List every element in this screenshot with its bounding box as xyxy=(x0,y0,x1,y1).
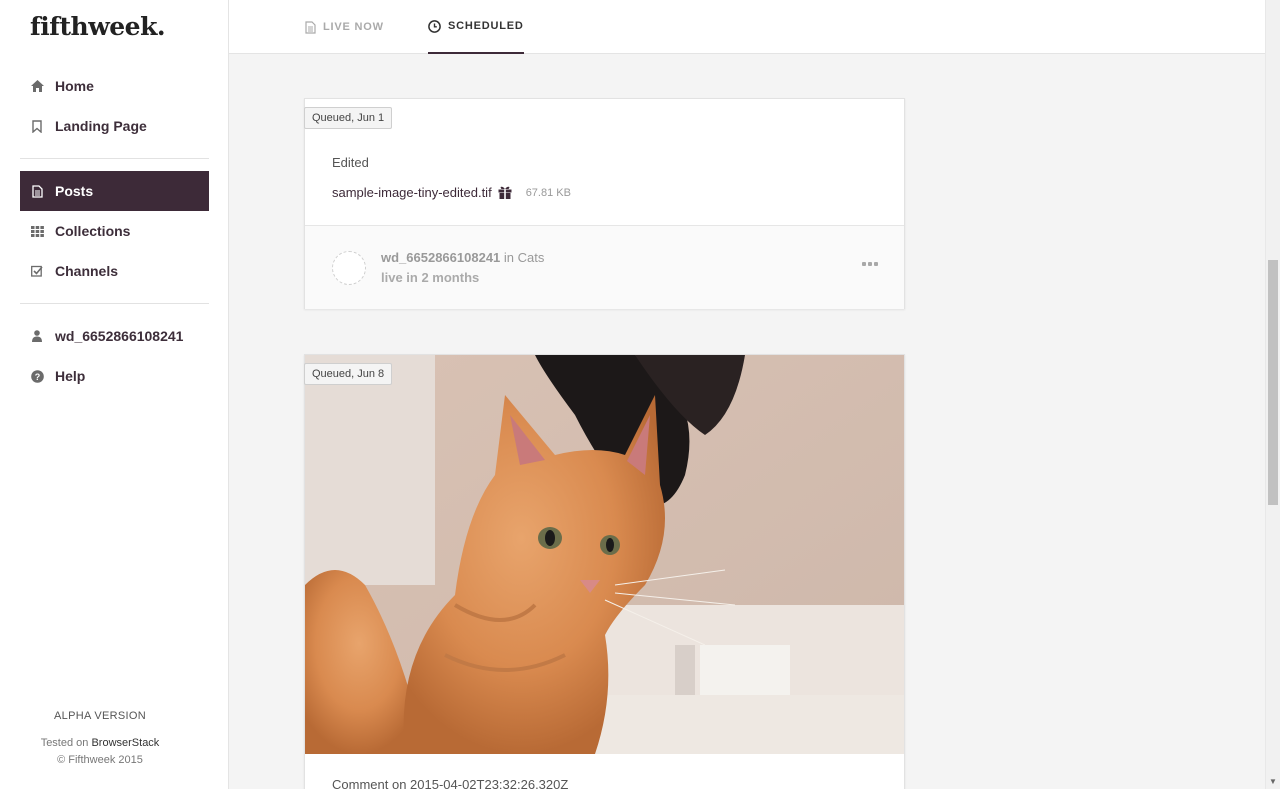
post-footer: wd_6652866108241 in Cats live in 2 month… xyxy=(305,226,904,309)
sidebar-item-landing-page[interactable]: Landing Page xyxy=(20,106,209,146)
tab-label: SCHEDULED xyxy=(448,20,524,32)
question-circle-icon: ? xyxy=(30,369,44,383)
sidebar-item-account[interactable]: wd_6652866108241 xyxy=(20,316,209,356)
scrollbar-thumb[interactable] xyxy=(1268,260,1278,505)
sidebar-item-label: Home xyxy=(55,78,94,94)
sidebar-divider xyxy=(20,303,209,304)
post-comment: Comment on 2015-04-02T23:32:26.320Z xyxy=(332,777,569,789)
more-dot xyxy=(868,262,872,266)
post-text: Edited xyxy=(332,155,369,170)
sidebar-item-label: Channels xyxy=(55,263,119,279)
file-download-link[interactable]: sample-image-tiny-edited.tif xyxy=(332,185,492,200)
tested-on-text: Tested on BrowserStack xyxy=(40,737,160,749)
gift-icon xyxy=(498,186,512,199)
browserstack-link[interactable]: BrowserStack xyxy=(91,737,159,749)
more-dot xyxy=(874,262,878,266)
top-tab-bar: LIVE NOW SCHEDULED xyxy=(229,0,1265,54)
sidebar-item-posts[interactable]: Posts xyxy=(20,171,209,211)
copyright-text: © Fifthweek 2015 xyxy=(57,754,143,766)
sidebar-item-help[interactable]: ? Help xyxy=(20,356,209,396)
sidebar-item-collections[interactable]: Collections xyxy=(20,211,209,251)
post-author-line: wd_6652866108241 in Cats xyxy=(381,250,545,265)
post-live-time: live in 2 months xyxy=(381,270,480,285)
post-card: Queued, Jun 8 Comment on 2015-04-02T23:3… xyxy=(304,354,905,789)
sidebar-divider xyxy=(20,158,209,159)
avatar xyxy=(332,251,366,285)
page-scrollbar[interactable]: ▼ xyxy=(1265,0,1280,789)
sidebar-item-channels[interactable]: Channels xyxy=(20,251,209,291)
tab-live-now[interactable]: LIVE NOW xyxy=(305,0,384,54)
scroll-down-arrow-icon[interactable]: ▼ xyxy=(1269,777,1277,786)
sidebar: fifthweek. Home Landing Page Posts Colle… xyxy=(0,0,229,789)
document-icon xyxy=(30,184,44,198)
check-square-icon xyxy=(30,264,44,278)
svg-text:?: ? xyxy=(34,372,40,382)
sidebar-item-label: Help xyxy=(55,368,86,384)
bookmark-icon xyxy=(30,119,44,133)
file-attachment: sample-image-tiny-edited.tif 67.81 KB xyxy=(332,185,571,200)
post-card: Queued, Jun 1 Edited sample-image-tiny-e… xyxy=(304,98,905,309)
post-channel[interactable]: Cats xyxy=(518,250,545,265)
grid-icon xyxy=(30,224,44,238)
alpha-version-label: ALPHA VERSION xyxy=(54,710,146,722)
more-options-button[interactable] xyxy=(862,262,878,266)
more-dot xyxy=(862,262,866,266)
post-author[interactable]: wd_6652866108241 xyxy=(381,250,500,265)
sidebar-item-label: wd_6652866108241 xyxy=(55,328,184,344)
app-logo[interactable]: fifthweek. xyxy=(30,12,166,41)
clock-icon xyxy=(428,19,441,33)
sidebar-item-label: Landing Page xyxy=(55,118,147,134)
document-icon xyxy=(305,20,316,34)
sidebar-item-label: Collections xyxy=(55,223,131,239)
sidebar-item-label: Posts xyxy=(55,183,94,199)
home-icon xyxy=(30,79,44,93)
post-image[interactable] xyxy=(305,355,904,754)
queued-date-badge: Queued, Jun 1 xyxy=(304,107,393,129)
queued-date-badge: Queued, Jun 8 xyxy=(304,363,393,385)
tab-scheduled[interactable]: SCHEDULED xyxy=(428,0,524,54)
sidebar-item-home[interactable]: Home xyxy=(20,66,209,106)
file-size: 67.81 KB xyxy=(525,186,571,199)
user-icon xyxy=(30,329,44,343)
tab-label: LIVE NOW xyxy=(323,21,384,33)
